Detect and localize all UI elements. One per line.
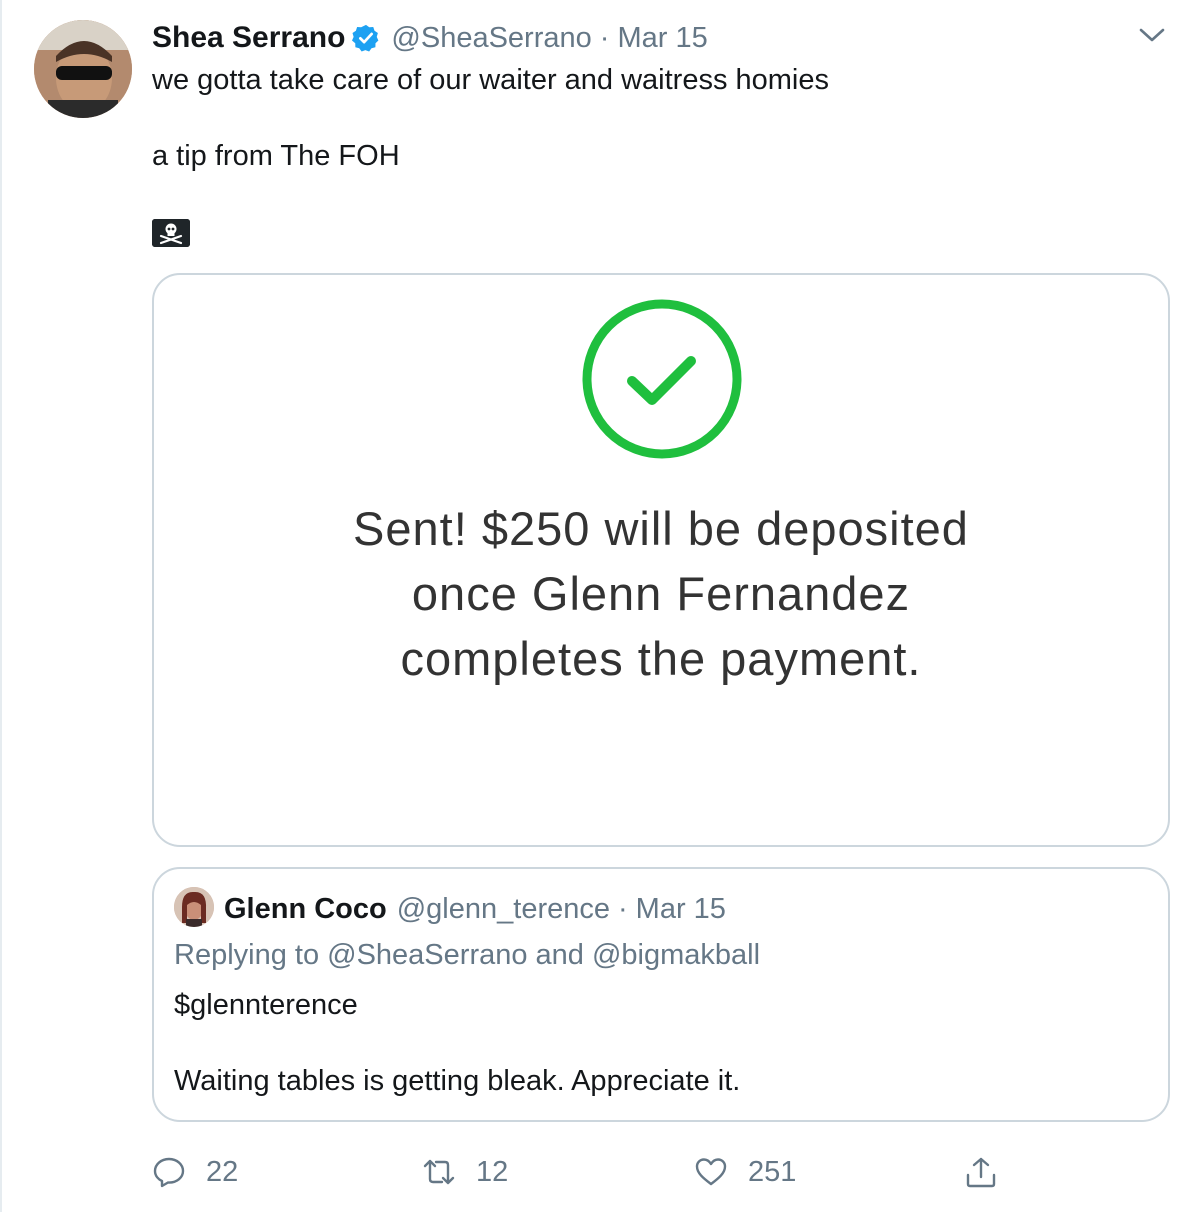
separator-dot: · [599, 21, 610, 54]
payment-message-line-1: Sent! $250 will be deposited [353, 502, 969, 555]
share-button[interactable] [964, 1150, 998, 1194]
pirate-flag-icon [152, 219, 190, 247]
tweet-date[interactable]: Mar 15 [617, 22, 707, 55]
quoted-author-handle[interactable]: @glenn_terence [397, 893, 610, 926]
retweet-icon [423, 1159, 455, 1185]
like-button[interactable]: 251 [694, 1150, 796, 1194]
reply-count: 22 [206, 1155, 239, 1188]
tweet-text-line-2: a tip from The FOH [152, 140, 400, 172]
quoted-author-name[interactable]: Glenn Coco [224, 893, 387, 926]
quoted-separator-dot: · [618, 892, 628, 925]
action-bar: 22 12 251 [152, 1150, 1052, 1194]
reply-button[interactable]: 22 [152, 1150, 238, 1194]
heart-icon [695, 1158, 727, 1186]
chevron-down-icon[interactable] [1138, 24, 1166, 46]
quoted-header: Glenn Coco @glenn_terence · Mar 15 [224, 887, 726, 931]
payment-message-line-2: once Glenn Fernandez [411, 567, 911, 620]
verified-badge-icon [352, 24, 379, 52]
quoted-author-avatar [174, 887, 214, 927]
retweet-count: 12 [476, 1155, 509, 1188]
replying-to-line: Replying to @SheaSerrano and @bigmakball [174, 939, 761, 971]
author-name[interactable]: Shea Serrano [152, 21, 345, 55]
like-count: 251 [748, 1155, 797, 1188]
quoted-date[interactable]: Mar 15 [636, 893, 726, 926]
reply-icon [153, 1157, 185, 1188]
tweet-header: Shea Serrano @SheaSerrano · Mar 15 [152, 18, 708, 58]
payment-message-line-3: completes the payment. [400, 632, 922, 685]
quoted-text-line-1: $glennterence [174, 989, 358, 1021]
quoted-tweet[interactable]: Glenn Coco @glenn_terence · Mar 15 Reply… [152, 867, 1170, 1122]
retweet-button[interactable]: 12 [422, 1150, 508, 1194]
tweet: Shea Serrano @SheaSerrano · Mar 15 we go… [0, 0, 1198, 1212]
author-handle[interactable]: @SheaSerrano [391, 22, 591, 55]
quoted-text-line-2: Waiting tables is getting bleak. Appreci… [174, 1065, 741, 1097]
share-icon [966, 1157, 996, 1188]
tweet-text-line-1: we gotta take care of our waiter and wai… [152, 64, 829, 96]
author-avatar[interactable] [34, 20, 132, 118]
media-image[interactable]: Sent! $250 will be deposited once Glenn … [152, 273, 1170, 847]
checkmark-circle-icon [582, 299, 742, 459]
